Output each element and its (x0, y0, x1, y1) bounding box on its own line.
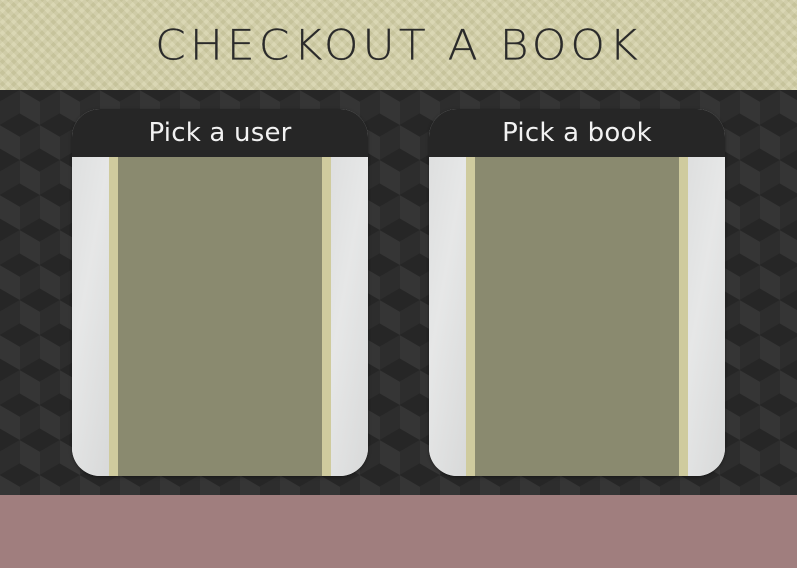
user-picker-panel: Pick a user (72, 109, 368, 476)
user-picker-title: Pick a user (72, 109, 368, 157)
page-footer (0, 495, 797, 568)
book-picker-left-margin (429, 157, 466, 476)
user-picker-right-margin (331, 157, 368, 476)
book-list[interactable] (466, 157, 688, 476)
book-picker-title: Pick a book (429, 109, 725, 157)
user-picker-left-margin (72, 157, 109, 476)
page-title: CHECKOUT A BOOK (155, 20, 642, 70)
user-list[interactable] (109, 157, 331, 476)
book-list-scroll[interactable] (475, 157, 679, 476)
page-header: CHECKOUT A BOOK (0, 0, 797, 90)
book-picker-right-margin (688, 157, 725, 476)
user-list-scroll[interactable] (118, 157, 322, 476)
book-picker-panel: Pick a book (429, 109, 725, 476)
